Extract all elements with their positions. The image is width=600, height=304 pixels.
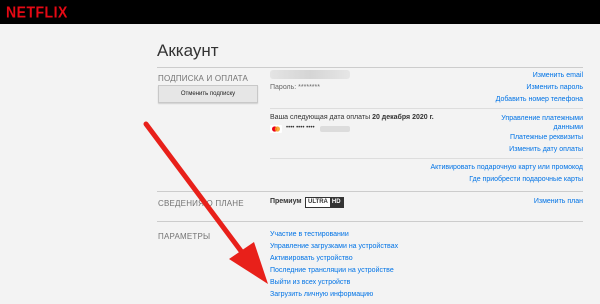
netflix-logo[interactable]: NETFLIX [6, 3, 68, 21]
card-digits-blurred [320, 126, 350, 132]
activate-device-link[interactable]: Активировать устройство [270, 255, 353, 262]
next-billing-info: Ваша следующая дата оплаты 20 декабря 20… [270, 114, 434, 121]
mastercard-icon [270, 125, 282, 133]
manage-download-devices-link[interactable]: Управление загрузками на устройствах [270, 243, 398, 250]
test-participation-link[interactable]: Участие в тестировании [270, 231, 349, 238]
next-billing-text: Ваша следующая дата оплаты [270, 114, 371, 121]
buy-gift-cards-link[interactable]: Где приобрести подарочные карты [469, 176, 583, 183]
change-email-link[interactable]: Изменить email [533, 72, 583, 79]
change-password-link[interactable]: Изменить пароль [526, 84, 583, 91]
change-plan-link[interactable]: Изменить план [534, 198, 583, 205]
billing-details-link[interactable]: Платежные реквизиты [510, 134, 583, 141]
redeem-gift-card-link[interactable]: Активировать подарочную карту или промок… [430, 164, 583, 171]
ultra-hd-badge: ULTRA HD [305, 197, 344, 208]
badge-hd: HD [329, 198, 343, 207]
section-label-settings: ПАРАМЕТРЫ [158, 232, 211, 241]
add-phone-link[interactable]: Добавить номер телефона [496, 96, 583, 103]
cancel-membership-button[interactable]: Отменить подписку [158, 85, 258, 103]
divider [270, 158, 583, 159]
download-personal-info-link[interactable]: Загрузить личную информацию [270, 291, 373, 298]
email-value-blurred [270, 70, 350, 79]
divider [270, 108, 583, 109]
recent-streaming-link[interactable]: Последние трансляции на устройстве [270, 267, 394, 274]
section-label-membership: ПОДПИСКА И ОПЛАТА [158, 74, 248, 83]
manage-payment-link[interactable]: Управление платежными данными [495, 114, 583, 132]
section-label-plan: СВЕДЕНИЯ О ПЛАНЕ [158, 199, 244, 208]
card-number-masked: •••• •••• •••• [286, 125, 315, 131]
next-billing-date: 20 декабря 2020 г. [372, 114, 434, 121]
divider [157, 221, 583, 222]
page-title: Аккаунт [157, 41, 219, 60]
change-billing-date-link[interactable]: Изменить дату оплаты [509, 146, 583, 153]
sign-out-all-devices-link[interactable]: Выйти из всех устройств [270, 279, 350, 286]
badge-ultra: ULTRA [306, 198, 330, 207]
plan-name: Премиум [270, 198, 302, 205]
divider [157, 67, 583, 68]
password-value: Пароль: ******** [270, 84, 320, 91]
divider [157, 191, 583, 192]
top-bar: NETFLIX [0, 0, 600, 24]
